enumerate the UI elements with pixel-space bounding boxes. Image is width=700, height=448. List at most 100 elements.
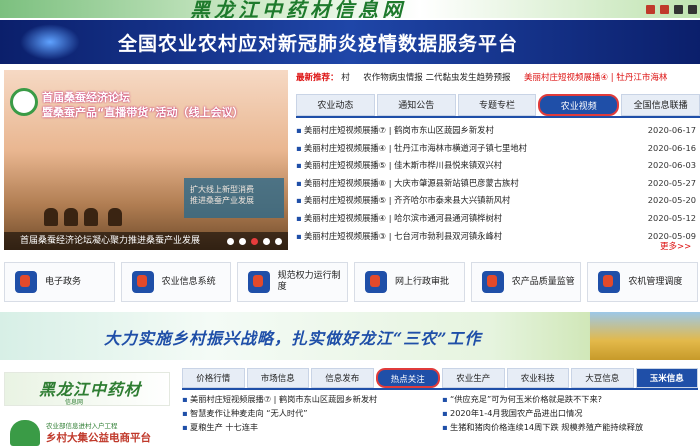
bullet-icon: ▪ [296,125,302,135]
news-tabs: 农业动态 通知公告 专题专栏 农业视频 全国信息联播 [296,94,700,118]
quick-link-label: 网上行政审批 [395,276,450,287]
hot-news-item[interactable]: ▪ 夏粮生产 十七连丰 [182,420,442,434]
news-item[interactable]: ▪ 美丽村庄短视频展播③ | 七台河市勃利县双河镇永峰村 2020-05-09 [296,228,696,246]
news-date: 2020-05-27 [647,177,696,188]
tab-2[interactable]: 专题专栏 [457,94,537,116]
tab-0[interactable]: 农业动态 [296,94,375,116]
news-date: 2020-06-16 [647,142,696,153]
quick-link-4[interactable]: 农产品质量监管 [470,262,582,302]
ticker-item[interactable]: 农作物病虫情报 二代黏虫发生趋势预报 [363,73,510,83]
news-list: ▪ 美丽村庄短视频展播⑦ | 鹤岗市东山区蔬园乡新发村 2020-06-17 ▪ 美丽村… [296,122,696,245]
hot-news-item[interactable]: ▪ “供应充足”可为何玉米价格就是跌不下来? [442,392,698,406]
bullet-icon: ▪ [442,422,448,432]
social-icon[interactable] [646,5,655,14]
camel-icon [84,208,98,226]
slider-dot[interactable] [263,238,270,245]
hot-news-title[interactable]: “供应充足”可为何玉米价格就是跌不下来? [450,392,698,406]
news-title[interactable]: 美丽村庄短视频展播⑤ | 齐齐哈尔市泰来县大兴镇新风村 [304,192,638,210]
news-item[interactable]: ▪ 美丽村庄短视频展播⑤ | 齐齐哈尔市泰来县大兴镇新风村 2020-05-20 [296,192,696,210]
quick-link-label: 规范权力运行制度 [277,271,341,292]
quick-link-2[interactable]: 规范权力运行制度 [237,262,349,302]
quick-link-3[interactable]: 网上行政审批 [354,262,465,302]
camel-icon [44,208,58,226]
tab-4[interactable]: 全国信息联播 [621,94,700,116]
board-text-1: 扩大线上新型消费 [190,185,254,194]
info-tab-0[interactable]: 价格行情 [182,368,245,388]
herbal-logo-title: 黑龙江中药材 [39,380,142,399]
hot-news-item[interactable]: ▪ 智慧麦作让种麦走向 “无人时代” [182,406,442,420]
covid-data-platform-banner[interactable]: 全国农业农村应对新冠肺炎疫情数据服务平台 [0,20,700,64]
ecommerce-platform-link[interactable]: 农业部信息进村入户工程 乡村大集公益电商平台 [4,418,170,448]
hot-news-item[interactable]: ▪ 生猪和猪肉价格连续14周下跌 规模养殖产能持续释放 [442,420,698,434]
ecommerce-logo-icon [10,420,40,446]
social-icon[interactable] [660,5,669,14]
news-title[interactable]: 美丽村庄短视频展播③ | 七台河市勃利县双河镇永峰村 [304,228,638,246]
promo-big-text: 乡村大集公益电商平台 [46,432,151,444]
social-icon[interactable] [674,5,683,14]
tab-3[interactable]: 农业视频 [538,94,620,116]
bullet-icon: ▪ [182,408,188,418]
quick-link-1[interactable]: 农业信息系统 [120,262,232,302]
ticker-highlight[interactable]: 美丽村庄短视频展播④ | 牡丹江市海林 [524,73,667,83]
hot-news-title[interactable]: 智慧麦作让种麦走向 “无人时代” [190,406,442,420]
globe-icon [20,24,80,60]
info-tab-6[interactable]: 大豆信息 [571,368,634,388]
news-item[interactable]: ▪ 美丽村庄短视频展播⑤ | 佳木斯市桦川县悦来镇双兴村 2020-06-03 [296,157,696,175]
hot-news-title[interactable]: 美丽村庄短视频展播⑦ | 鹤岗市东山区蔬园乡新发村 [190,392,442,406]
quality-icon [481,271,504,293]
info-tab-4[interactable]: 农业生产 [442,368,505,388]
herbal-site-link[interactable]: 黑龙江中药材 信息网 [4,372,170,406]
hot-news-list: ▪ 美丽村庄短视频展播⑦ | 鹤岗市东山区蔬园乡新发村 ▪ “供应充足”可为何玉米价格… [182,392,698,434]
news-title[interactable]: 美丽村庄短视频展播⑤ | 佳木斯市桦川县悦来镇双兴村 [304,157,638,175]
news-date: 2020-05-12 [647,212,696,223]
social-icon[interactable] [688,5,697,14]
approval-icon [365,271,388,293]
slider-dot[interactable] [239,238,246,245]
news-title[interactable]: 美丽村庄短视频展播④ | 哈尔滨市通河县通河镇桦树村 [304,210,638,228]
info-tab-5[interactable]: 农业科技 [506,368,569,388]
more-link[interactable]: 更多>> [660,240,691,252]
bullet-icon: ▪ [296,212,302,223]
quick-link-0[interactable]: 电子政务 [4,262,115,302]
hot-news-title[interactable]: 2020年1-4月我国农产品进出口情况 [450,406,698,420]
news-date: 2020-06-03 [647,160,696,171]
bullet-icon: ▪ [442,394,448,404]
quick-link-5[interactable]: 农机管理调度 [587,262,699,302]
info-tab-7[interactable]: 玉米信息 [635,368,698,388]
news-title[interactable]: 美丽村庄短视频展播⑦ | 鹤岗市东山区蔬园乡新发村 [304,122,638,140]
news-date: 2020-05-20 [647,195,696,206]
news-item[interactable]: ▪ 美丽村庄短视频展播④ | 牡丹江市海林市横道河子镇七里地村 2020-06-16 [296,140,696,158]
news-item[interactable]: ▪ 美丽村庄短视频展播⑦ | 鹤岗市东山区蔬园乡新发村 2020-06-17 [296,122,696,140]
quick-link-label: 农业信息系统 [161,276,216,287]
quick-link-label: 电子政务 [45,276,82,287]
info-tab-1[interactable]: 市场信息 [246,368,309,388]
info-tab-2[interactable]: 信息发布 [311,368,374,388]
bullet-icon: ▪ [296,177,302,188]
news-date: 2020-06-17 [647,125,696,135]
hot-news-item[interactable]: ▪ 2020年1-4月我国农产品进出口情况 [442,406,698,420]
news-slider[interactable]: 首届桑蚕经济论坛 暨桑蚕产品“直播带货”活动（线上会议） 扩大线上新型消费 推进… [4,70,288,250]
hot-news-title[interactable]: 夏粮生产 十七连丰 [190,420,442,434]
board-text-2: 推进桑蚕产业发展 [190,196,254,205]
forum-logo-icon [10,88,38,116]
ticker-label: 最新推荐： [296,73,339,83]
slider-headline-line2: 暨桑蚕产品“直播带货”活动（线上会议） [42,106,244,119]
slider-board: 扩大线上新型消费 推进桑蚕产业发展 [184,178,284,218]
slider-dots [227,238,282,245]
news-item[interactable]: ▪ 美丽村庄短视频展播④ | 哈尔滨市通河县通河镇桦树村 2020-05-12 [296,210,696,228]
news-title[interactable]: 美丽村庄短视频展播④ | 牡丹江市海林市横道河子镇七里地村 [304,140,638,158]
news-title[interactable]: 美丽村庄短视频展播⑧ | 大庆市肇源县新站镇巴彦蒙古族村 [304,175,638,193]
ticker-item[interactable]: 村 [341,73,350,83]
slider-dot[interactable] [251,238,258,245]
news-item[interactable]: ▪ 美丽村庄短视频展播⑧ | 大庆市肇源县新站镇巴彦蒙古族村 2020-05-27 [296,175,696,193]
slider-dot[interactable] [227,238,234,245]
slider-dot[interactable] [275,238,282,245]
bullet-icon: ▪ [182,394,188,404]
hot-news-item[interactable]: ▪ 美丽村庄短视频展播⑦ | 鹤岗市东山区蔬园乡新发村 [182,392,442,406]
bullet-icon: ▪ [296,142,302,153]
slider-headline-line1: 首届桑蚕经济论坛 [42,91,130,104]
tab-1[interactable]: 通知公告 [376,94,456,116]
hot-news-title[interactable]: 生猪和猪肉价格连续14周下跌 规模养殖产能持续释放 [450,420,698,434]
info-tab-3[interactable]: 热点关注 [375,368,440,388]
quick-link-label: 农机管理调度 [628,276,683,287]
